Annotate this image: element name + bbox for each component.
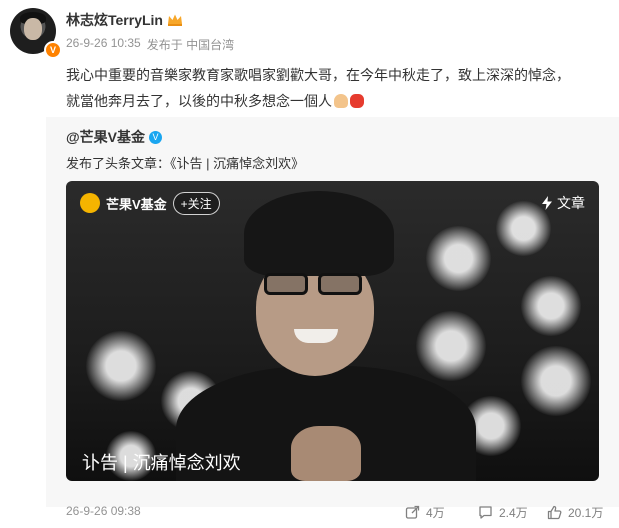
card-brand: 芒果V基金 +关注 xyxy=(80,191,220,215)
post-meta: 26-9-26 10:35 发布于 中国台湾 xyxy=(66,36,234,53)
repost-action: 发布了头条文章：《讣告 | 沉痛悼念刘欢》 xyxy=(66,153,304,172)
praying-hands-icon xyxy=(334,94,348,108)
brand-logo-icon xyxy=(80,193,100,213)
comment-count: 2.4万 xyxy=(499,505,528,520)
bokeh-light xyxy=(416,311,486,381)
repost-button[interactable]: 4万 xyxy=(405,501,445,523)
comment-icon xyxy=(478,505,493,520)
repost-icon xyxy=(405,505,420,520)
like-icon xyxy=(547,505,562,520)
verified-blue-icon: V xyxy=(149,130,162,144)
post-text-line2-wrap: 就當他奔月去了，以後的中秋多想念一個人 xyxy=(66,88,614,114)
author-name[interactable]: 林志炫TerryLin xyxy=(66,10,163,30)
bokeh-light xyxy=(521,346,591,416)
article-link[interactable]: 《讣告 | 沉痛悼念刘欢》 xyxy=(170,156,304,171)
post-source: 发布于 中国台湾 xyxy=(146,38,235,52)
repost-count: 4万 xyxy=(426,505,445,520)
crown-icon xyxy=(167,13,183,27)
repost-time[interactable]: 26-9-26 09:38 xyxy=(66,504,141,518)
lantern-icon xyxy=(350,94,364,108)
photo-glasses xyxy=(264,273,364,297)
footer-bar: 26-9-26 09:38 4万 2.4万 20.1万 xyxy=(0,500,619,528)
post-text-line1: 我心中重要的音樂家教育家歌唱家劉歡大哥，在今年中秋走了，致上深深的悼念， xyxy=(66,67,570,83)
verified-orange-icon: V xyxy=(44,41,62,59)
like-count: 20.1万 xyxy=(568,505,604,520)
post-text: 我心中重要的音樂家教育家歌唱家劉歡大哥，在今年中秋走了，致上深深的悼念， 就當他… xyxy=(66,62,614,114)
brand-name[interactable]: 芒果V基金 xyxy=(106,194,167,213)
post-text-line2: 就當他奔月去了，以後的中秋多想念一個人 xyxy=(66,93,332,109)
repost-account[interactable]: @芒果V基金 xyxy=(66,127,145,147)
repost-container[interactable]: @芒果V基金 V 发布了头条文章：《讣告 | 沉痛悼念刘欢》 芒果V基金 +关注 xyxy=(46,117,619,507)
bokeh-light xyxy=(426,226,491,291)
follow-button[interactable]: +关注 xyxy=(172,191,220,215)
photo-cap xyxy=(244,191,394,276)
card-type: 文章 xyxy=(541,193,585,213)
avatar-face xyxy=(24,18,42,40)
bokeh-light xyxy=(86,331,156,401)
card-title: 讣告 | 沉痛悼念刘欢 xyxy=(82,453,241,473)
like-button[interactable]: 20.1万 xyxy=(547,501,603,523)
lightning-icon xyxy=(541,196,553,210)
bokeh-light xyxy=(521,276,581,336)
photo-hand xyxy=(291,426,361,481)
comment-button[interactable]: 2.4万 xyxy=(478,501,528,523)
repost-header: @芒果V基金 V xyxy=(66,127,162,147)
post-time[interactable]: 26-9-26 10:35 xyxy=(66,36,141,53)
repost-action-text: 发布了头条文章： xyxy=(66,156,171,171)
article-card[interactable]: 芒果V基金 +关注 文章 讣告 | 沉痛悼念刘欢 xyxy=(66,181,599,481)
card-type-label: 文章 xyxy=(557,195,585,211)
author-row: 林志炫TerryLin xyxy=(66,10,183,30)
